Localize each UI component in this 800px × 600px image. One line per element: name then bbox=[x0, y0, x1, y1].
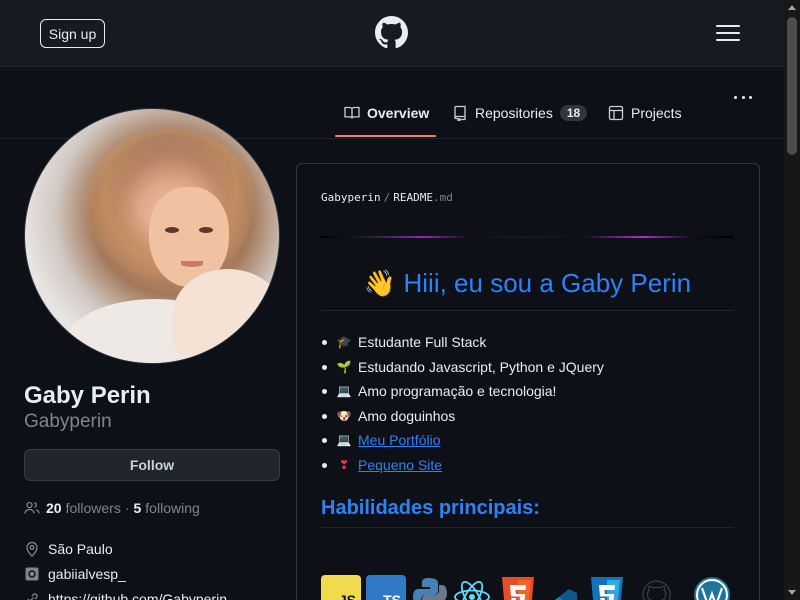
list-item: ❣ Pequeno Site bbox=[322, 453, 604, 478]
tab-repositories-label: Repositories bbox=[475, 105, 553, 121]
location-text: São Paulo bbox=[48, 541, 113, 557]
tab-repositories[interactable]: Repositories 18 bbox=[452, 93, 588, 133]
stats-separator: · bbox=[124, 500, 130, 516]
laptop-icon: 💻 bbox=[336, 384, 352, 399]
website-detail: https://github.com/Gabyperin bbox=[24, 591, 227, 600]
list-item-text: Estudando Javascript, Python e JQuery bbox=[358, 358, 604, 375]
followers-count[interactable]: 20 bbox=[46, 500, 62, 516]
list-item: 💻 Amo programação e tecnologia! bbox=[322, 379, 604, 404]
location-detail: São Paulo bbox=[24, 541, 113, 557]
book-icon bbox=[344, 106, 360, 119]
list-item: 💻 Meu Portfólio bbox=[322, 428, 604, 453]
list-item: 🎓 Estudante Full Stack bbox=[322, 330, 604, 355]
graduation-cap-icon: 🎓 bbox=[336, 335, 352, 350]
scroll-up-arrow-icon[interactable] bbox=[788, 5, 796, 10]
css3-icon bbox=[591, 577, 623, 600]
follow-stats: 20 followers · 5 following bbox=[24, 500, 200, 516]
readme-breadcrumb: Gabyperin / README.md bbox=[321, 191, 453, 204]
more-options-icon[interactable] bbox=[734, 96, 752, 100]
scroll-down-arrow-icon[interactable] bbox=[788, 590, 796, 595]
html5-icon bbox=[502, 577, 534, 600]
active-tab-underline bbox=[335, 135, 436, 137]
wordpress-icon bbox=[694, 577, 730, 600]
follow-button[interactable]: Follow bbox=[24, 449, 280, 481]
following-count[interactable]: 5 bbox=[134, 500, 142, 516]
instagram-icon bbox=[25, 567, 39, 581]
sign-up-button[interactable]: Sign up bbox=[40, 19, 105, 48]
people-icon bbox=[24, 501, 40, 514]
vscode-icon bbox=[554, 589, 577, 600]
list-item-text: Estudante Full Stack bbox=[358, 334, 487, 351]
following-label[interactable]: following bbox=[145, 500, 199, 516]
react-icon bbox=[454, 581, 490, 600]
javascript-icon: JS bbox=[321, 575, 361, 600]
readme-owner-link[interactable]: Gabyperin bbox=[321, 191, 381, 204]
hamburger-menu-icon[interactable] bbox=[716, 25, 740, 41]
site-link[interactable]: Pequeno Site bbox=[358, 457, 442, 473]
profile-name: Gaby Perin bbox=[24, 382, 151, 409]
github-logo-icon[interactable] bbox=[375, 16, 408, 49]
tab-projects-label: Projects bbox=[631, 105, 682, 121]
list-item-text: Amo doguinhos bbox=[358, 407, 456, 424]
instagram-detail: gabiialvesp_ bbox=[24, 566, 126, 582]
readme-bullet-list: 🎓 Estudante Full Stack 🌱 Estudando Javascr… bbox=[322, 330, 604, 478]
laptop-icon: 💻 bbox=[336, 433, 352, 448]
location-pin-icon bbox=[26, 541, 38, 557]
followers-label[interactable]: followers bbox=[66, 500, 121, 516]
vertical-scrollbar[interactable] bbox=[784, 0, 800, 600]
avatar[interactable] bbox=[24, 108, 280, 364]
waving-hand-icon: 👋 bbox=[363, 268, 397, 298]
portfolio-link[interactable]: Meu Portfólio bbox=[358, 432, 440, 448]
link-icon bbox=[27, 593, 38, 600]
heart-icon: ❣ bbox=[338, 457, 350, 472]
repositories-count-badge: 18 bbox=[559, 105, 588, 121]
skills-divider bbox=[321, 527, 734, 528]
scroll-thumb[interactable] bbox=[787, 17, 797, 155]
tab-overview[interactable]: Overview bbox=[344, 93, 429, 133]
list-item: 🌱 Estudando Javascript, Python e JQuery bbox=[322, 355, 604, 380]
tab-projects[interactable]: Projects bbox=[608, 93, 682, 133]
typescript-icon: TS bbox=[366, 575, 406, 600]
github-icon bbox=[642, 580, 671, 600]
table-icon bbox=[608, 105, 624, 121]
decorative-wave-line bbox=[320, 236, 733, 238]
website-link[interactable]: https://github.com/Gabyperin bbox=[48, 591, 227, 600]
readme-file-name: README bbox=[393, 191, 433, 204]
seedling-icon: 🌱 bbox=[336, 359, 352, 374]
list-item: 🐶 Amo doguinhos bbox=[322, 404, 604, 429]
list-item-text: Amo programação e tecnologia! bbox=[358, 383, 557, 400]
instagram-handle[interactable]: gabiialvesp_ bbox=[48, 566, 126, 582]
top-header: Sign up bbox=[0, 0, 784, 67]
readme-heading: 👋 Hiii, eu sou a Gaby Perin bbox=[321, 268, 734, 299]
readme-heading-text: Hiii, eu sou a Gaby Perin bbox=[403, 268, 692, 298]
dog-icon: 🐶 bbox=[336, 408, 352, 423]
readme-file-ext: .md bbox=[432, 191, 453, 204]
tab-overview-label: Overview bbox=[367, 105, 430, 121]
heading-divider bbox=[321, 310, 734, 311]
profile-login: Gabyperin bbox=[24, 411, 112, 432]
skills-title: Habilidades principais: bbox=[321, 497, 540, 519]
python-icon bbox=[413, 578, 447, 600]
repo-icon bbox=[454, 105, 466, 121]
